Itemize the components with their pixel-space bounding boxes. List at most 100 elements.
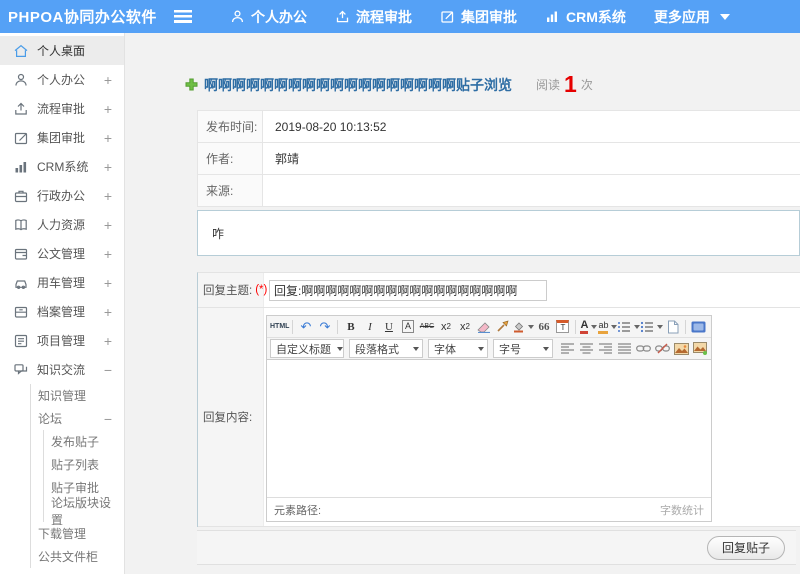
element-path-label: 元素路径:: [274, 504, 322, 517]
align-center-icon[interactable]: [577, 340, 596, 358]
archive-icon: [13, 304, 29, 320]
media-icon[interactable]: [710, 340, 711, 358]
custom-heading-select[interactable]: 自定义标题: [270, 339, 344, 358]
sidebar-item-download-mgmt[interactable]: 下载管理: [31, 522, 124, 545]
fullscreen-icon[interactable]: [689, 318, 708, 336]
sidebar-item-post-create[interactable]: 发布贴子: [44, 430, 124, 453]
sidebar-item-forum-board-settings[interactable]: 论坛版块设置: [44, 496, 124, 527]
underline-button[interactable]: U: [379, 318, 398, 336]
new-page-icon[interactable]: [663, 318, 682, 336]
blockquote-button[interactable]: 66: [534, 318, 553, 336]
sidebar-item-vehicle[interactable]: 用车管理 +: [0, 268, 124, 297]
chat-icon: [13, 362, 29, 378]
bar-chart-icon: [545, 9, 560, 24]
unlink-icon[interactable]: [653, 340, 672, 358]
caret-down-icon: [543, 346, 549, 351]
redo-button[interactable]: ↷: [315, 318, 334, 336]
source-label: 来源:: [198, 175, 263, 206]
superscript-button[interactable]: x2: [436, 318, 455, 336]
font-size-select[interactable]: 字号: [493, 339, 553, 358]
table-row: 作者: 郭靖: [198, 143, 800, 175]
post-info-table: 发布时间: 2019-08-20 10:13:52 作者: 郭靖 来源:: [197, 110, 800, 207]
bold-button[interactable]: B: [341, 318, 360, 336]
hamburger-menu-icon[interactable]: [174, 10, 192, 23]
font-color-button[interactable]: A: [579, 318, 598, 336]
reply-subject-row: 回复主题: (*): [198, 273, 800, 308]
unordered-list-icon[interactable]: [640, 318, 664, 336]
rich-text-editor: HTML ↶ ↷ B I U A ABC x2 x2 66 T A ab 自定义…: [266, 315, 712, 522]
editor-statusbar: 元素路径: 字数统计: [267, 497, 711, 521]
sidebar-item-personal-office[interactable]: 个人办公 +: [0, 65, 124, 94]
post-content-text: 咋: [212, 226, 225, 241]
reply-subject-input[interactable]: [269, 279, 547, 301]
edit-icon: [440, 9, 455, 24]
sidebar-item-admin-office[interactable]: 行政办公 +: [0, 181, 124, 210]
nav-crm[interactable]: CRM系统: [545, 7, 626, 27]
html-source-button[interactable]: HTML: [270, 318, 289, 336]
align-left-icon[interactable]: [558, 340, 577, 358]
italic-button[interactable]: I: [360, 318, 379, 336]
fill-color-icon[interactable]: [512, 318, 535, 336]
sidebar: 个人桌面 个人办公 + 流程审批 + 集团审批 + CRM系统 + 行政办公 +…: [0, 33, 125, 574]
image-icon[interactable]: [672, 340, 691, 358]
reply-post-button[interactable]: 回复贴子: [706, 535, 785, 560]
caret-down-icon: [591, 324, 598, 329]
source-value: [263, 175, 800, 206]
format-block-button[interactable]: A: [398, 318, 417, 336]
sidebar-item-human-resources[interactable]: 人力资源 +: [0, 210, 124, 239]
sidebar-item-projects[interactable]: 项目管理 +: [0, 326, 124, 355]
subscript-button[interactable]: x2: [455, 318, 474, 336]
sidebar-item-personal-desktop[interactable]: 个人桌面: [0, 36, 124, 65]
nav-personal-office[interactable]: 个人办公: [230, 7, 307, 27]
edit-icon: [13, 130, 29, 146]
word-count-label: 字数统计: [660, 504, 704, 517]
remove-format-icon[interactable]: [474, 318, 493, 336]
undo-button[interactable]: ↶: [296, 318, 315, 336]
align-justify-icon[interactable]: [615, 340, 634, 358]
format-painter-icon[interactable]: [493, 318, 512, 336]
person-icon: [230, 9, 245, 24]
read-suffix: 次: [580, 78, 593, 92]
plus-icon: [185, 78, 198, 91]
table-row: 来源:: [198, 175, 800, 207]
form-footer: 回复贴子: [197, 530, 796, 565]
sidebar-item-public-file-cabinet[interactable]: 公共文件柜: [31, 545, 124, 568]
table-row: 发布时间: 2019-08-20 10:13:52: [198, 111, 800, 143]
topbar: PHPOA协同办公软件 个人办公 流程审批 集团审批 CRM系统 更多应用: [0, 0, 800, 33]
nav-workflow-approval[interactable]: 流程审批: [335, 7, 412, 27]
editor-content-area[interactable]: [267, 360, 711, 497]
insert-date-button[interactable]: T: [553, 318, 572, 336]
publish-time-value: 2019-08-20 10:13:52: [275, 119, 387, 134]
project-icon: [13, 333, 29, 349]
sidebar-item-knowledge-mgmt[interactable]: 知识管理: [31, 384, 124, 407]
highlight-color-button[interactable]: ab: [598, 318, 618, 336]
page-title: 啊啊啊啊啊啊啊啊啊啊啊啊啊啊啊啊啊啊贴子浏览: [204, 76, 512, 93]
nav-more-apps[interactable]: 更多应用: [654, 7, 730, 27]
nav-group-approval[interactable]: 集团审批: [440, 7, 517, 27]
upload-icon: [13, 101, 29, 117]
post-content-box: 咋: [197, 210, 800, 256]
sidebar-item-crm[interactable]: CRM系统 +: [0, 152, 124, 181]
ordered-list-icon[interactable]: [617, 318, 641, 336]
sidebar-item-official-docs[interactable]: 公文管理 +: [0, 239, 124, 268]
sidebar-item-archives[interactable]: 档案管理 +: [0, 297, 124, 326]
sidebar-item-group-approval[interactable]: 集团审批 +: [0, 123, 124, 152]
upload-icon: [335, 9, 350, 24]
paragraph-format-select[interactable]: 段落格式: [349, 339, 423, 358]
multi-image-icon[interactable]: [691, 340, 710, 358]
strikethrough-button[interactable]: ABC: [417, 318, 436, 336]
publish-time-label: 发布时间:: [198, 111, 263, 142]
reply-content-label: 回复内容:: [198, 308, 264, 526]
font-family-select[interactable]: 字体: [428, 339, 488, 358]
reply-content-row: 回复内容: HTML ↶ ↷ B I U A ABC x2 x 2 66 T A…: [198, 308, 800, 527]
sidebar-item-knowledge-exchange[interactable]: 知识交流 −: [0, 355, 124, 384]
document-icon: [13, 246, 29, 262]
sidebar-item-workflow-approval[interactable]: 流程审批 +: [0, 94, 124, 123]
align-right-icon[interactable]: [596, 340, 615, 358]
editor-toolbar-row2: 自定义标题 段落格式 字体 字号: [267, 338, 711, 360]
sidebar-item-post-list[interactable]: 贴子列表: [44, 453, 124, 476]
main-content: 啊啊啊啊啊啊啊啊啊啊啊啊啊啊啊啊啊啊贴子浏览 阅读 1 次 发布时间: 2019…: [125, 33, 800, 574]
caret-down-icon: [478, 346, 484, 351]
sidebar-item-forum[interactable]: 论坛 −: [31, 407, 124, 430]
link-icon[interactable]: [634, 340, 653, 358]
